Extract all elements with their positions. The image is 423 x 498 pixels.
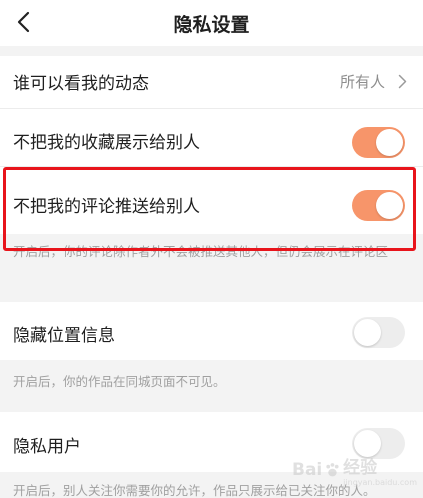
toggle-knob: [354, 319, 381, 346]
watermark-text: Bai: [292, 460, 323, 480]
setting-row-who-can-see[interactable]: 谁可以看我的动态 所有人: [0, 56, 423, 108]
who-can-see-value: 所有人: [339, 73, 385, 91]
watermark-sub: jingyan.baidu.com: [343, 478, 417, 487]
hide-favorites-label: 不把我的收藏展示给别人: [13, 133, 200, 153]
hide-location-toggle[interactable]: [352, 317, 405, 348]
divider: [0, 108, 423, 109]
toggle-knob: [376, 129, 403, 156]
toggle-knob: [376, 192, 403, 219]
hide-comments-toggle[interactable]: [352, 190, 405, 221]
nav-bar: 隐私设置: [0, 0, 423, 46]
page-title: 隐私设置: [173, 14, 250, 36]
divider: [0, 166, 423, 167]
hide-comments-note: 开启后，你的评论除作者外不会被推送其他人，但仍会展示在评论区: [13, 244, 389, 259]
paw-icon: [326, 463, 339, 477]
hide-location-note: 开启后，你的作品在同城页面不可见。: [13, 374, 226, 389]
private-user-label: 隐私用户: [13, 437, 81, 457]
setting-row-hide-comments: 不把我的评论推送给别人: [0, 166, 423, 234]
setting-row-hide-location: 隐藏位置信息: [0, 302, 423, 360]
who-can-see-label: 谁可以看我的动态: [13, 74, 149, 94]
watermark-text-2: 经验: [343, 458, 378, 478]
hide-favorites-toggle[interactable]: [352, 127, 405, 158]
hide-location-label: 隐藏位置信息: [13, 326, 115, 346]
hide-comments-label: 不把我的评论推送给别人: [13, 197, 200, 217]
baidu-watermark: Bai 经验 jingyan.baidu.com: [292, 448, 417, 492]
setting-row-hide-favorites: 不把我的收藏展示给别人: [0, 108, 423, 166]
chevron-right-icon: [398, 74, 407, 89]
